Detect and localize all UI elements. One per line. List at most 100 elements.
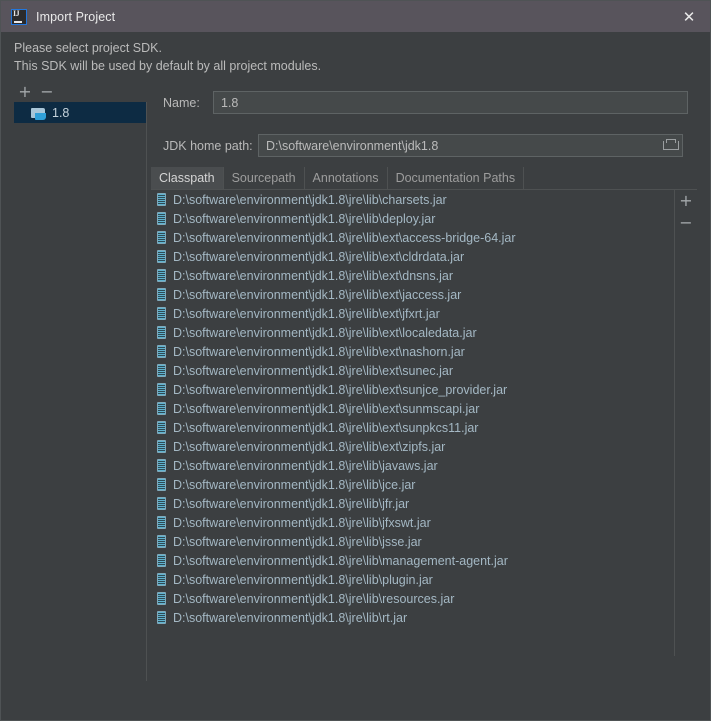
jar-archive-icon: [157, 497, 166, 510]
jdk-home-path-input[interactable]: D:\software\environment\jdk1.8: [258, 134, 683, 157]
add-classpath-entry-button[interactable]: +: [675, 190, 697, 212]
instruction-line-1: Please select project SDK.: [14, 41, 162, 55]
classpath-entry-path: D:\software\environment\jdk1.8\jre\lib\e…: [173, 363, 453, 378]
classpath-entry-path: D:\software\environment\jdk1.8\jre\lib\j…: [173, 534, 422, 549]
classpath-entry-row[interactable]: D:\software\environment\jdk1.8\jre\lib\e…: [151, 266, 674, 285]
dialog-button-bar: Previous Finish Cancel Help CSDN @Ag+Cu: [1, 654, 710, 720]
classpath-entry-row[interactable]: D:\software\environment\jdk1.8\jre\lib\e…: [151, 247, 674, 266]
jdk-home-path-row: JDK home path: D:\software\environment\j…: [163, 134, 683, 157]
java-sdk-folder-icon: [31, 107, 46, 120]
tab-classpath[interactable]: Classpath: [151, 167, 224, 189]
classpath-entry-row[interactable]: D:\software\environment\jdk1.8\jre\lib\j…: [151, 456, 674, 475]
name-label: Name:: [163, 95, 200, 110]
classpath-entry-row[interactable]: D:\software\environment\jdk1.8\jre\lib\e…: [151, 437, 674, 456]
classpath-entry-row[interactable]: D:\software\environment\jdk1.8\jre\lib\d…: [151, 209, 674, 228]
tab-label: Sourcepath: [231, 171, 296, 185]
import-project-dialog: Import Project ✕ Please select project S…: [0, 0, 711, 721]
classpath-entry-row[interactable]: D:\software\environment\jdk1.8\jre\lib\e…: [151, 418, 674, 437]
jar-archive-icon: [157, 250, 166, 263]
remove-classpath-entry-button[interactable]: −: [675, 212, 697, 234]
classpath-tabs: Classpath Sourcepath Annotations Documentat…: [151, 167, 697, 190]
sdk-list[interactable]: 1.8: [14, 102, 147, 681]
jar-archive-icon: [157, 402, 166, 415]
classpath-entry-path: D:\software\environment\jdk1.8\jre\lib\j…: [173, 477, 416, 492]
tab-sourcepath[interactable]: Sourcepath: [224, 167, 305, 189]
classpath-entry-path: D:\software\environment\jdk1.8\jre\lib\e…: [173, 325, 477, 340]
classpath-entry-row[interactable]: D:\software\environment\jdk1.8\jre\lib\c…: [151, 190, 674, 209]
classpath-entry-row[interactable]: D:\software\environment\jdk1.8\jre\lib\j…: [151, 475, 674, 494]
dialog-title: Import Project: [36, 9, 116, 24]
classpath-entry-row[interactable]: D:\software\environment\jdk1.8\jre\lib\j…: [151, 513, 674, 532]
classpath-entry-path: D:\software\environment\jdk1.8\jre\lib\e…: [173, 420, 479, 435]
jar-archive-icon: [157, 421, 166, 434]
close-icon[interactable]: ✕: [668, 1, 710, 32]
classpath-entry-row[interactable]: D:\software\environment\jdk1.8\jre\lib\j…: [151, 532, 674, 551]
classpath-entry-row[interactable]: D:\software\environment\jdk1.8\jre\lib\e…: [151, 361, 674, 380]
classpath-entry-row[interactable]: D:\software\environment\jdk1.8\jre\lib\r…: [151, 589, 674, 608]
jar-archive-icon: [157, 345, 166, 358]
classpath-entry-row[interactable]: D:\software\environment\jdk1.8\jre\lib\e…: [151, 285, 674, 304]
classpath-entry-path: D:\software\environment\jdk1.8\jre\lib\e…: [173, 230, 516, 245]
jar-archive-icon: [157, 269, 166, 282]
classpath-entry-row[interactable]: D:\software\environment\jdk1.8\jre\lib\p…: [151, 570, 674, 589]
folder-browse-icon[interactable]: [663, 139, 679, 150]
classpath-entry-path: D:\software\environment\jdk1.8\jre\lib\e…: [173, 344, 465, 359]
classpath-entry-row[interactable]: D:\software\environment\jdk1.8\jre\lib\m…: [151, 551, 674, 570]
classpath-entry-row[interactable]: D:\software\environment\jdk1.8\jre\lib\j…: [151, 494, 674, 513]
sdk-list-toolbar: + −: [14, 81, 147, 102]
jar-archive-icon: [157, 459, 166, 472]
add-sdk-button[interactable]: +: [14, 82, 36, 102]
tab-label: Annotations: [312, 171, 379, 185]
classpath-entry-row[interactable]: D:\software\environment\jdk1.8\jre\lib\e…: [151, 380, 674, 399]
sdk-list-item-label: 1.8: [52, 105, 70, 120]
jdk-home-path-label: JDK home path:: [163, 138, 253, 153]
jar-archive-icon: [157, 535, 166, 548]
classpath-entry-path: D:\software\environment\jdk1.8\jre\lib\e…: [173, 268, 453, 283]
tab-label: Classpath: [159, 171, 215, 185]
classpath-list-toolbar: + −: [675, 190, 697, 656]
jdk-home-path-value: D:\software\environment\jdk1.8: [266, 138, 439, 153]
jar-archive-icon: [157, 592, 166, 605]
classpath-entry-path: D:\software\environment\jdk1.8\jre\lib\j…: [173, 458, 438, 473]
classpath-entry-path: D:\software\environment\jdk1.8\jre\lib\e…: [173, 439, 446, 454]
classpath-entry-list[interactable]: D:\software\environment\jdk1.8\jre\lib\c…: [151, 190, 675, 656]
classpath-entry-row[interactable]: D:\software\environment\jdk1.8\jre\lib\e…: [151, 342, 674, 361]
classpath-entry-path: D:\software\environment\jdk1.8\jre\lib\d…: [173, 211, 436, 226]
classpath-entry-row[interactable]: D:\software\environment\jdk1.8\jre\lib\e…: [151, 228, 674, 247]
tab-annotations[interactable]: Annotations: [305, 167, 388, 189]
classpath-entry-row[interactable]: D:\software\environment\jdk1.8\jre\lib\r…: [151, 608, 674, 627]
classpath-entry-path: D:\software\environment\jdk1.8\jre\lib\r…: [173, 610, 408, 625]
classpath-entry-row[interactable]: D:\software\environment\jdk1.8\jre\lib\e…: [151, 323, 674, 342]
jar-archive-icon: [157, 364, 166, 377]
jar-archive-icon: [157, 611, 166, 624]
classpath-entry-path: D:\software\environment\jdk1.8\jre\lib\e…: [173, 249, 465, 264]
classpath-panel: D:\software\environment\jdk1.8\jre\lib\c…: [151, 190, 697, 656]
jar-archive-icon: [157, 573, 166, 586]
classpath-entry-path: D:\software\environment\jdk1.8\jre\lib\p…: [173, 572, 433, 587]
instruction-text: Please select project SDK. This SDK will…: [14, 39, 614, 75]
classpath-entry-row[interactable]: D:\software\environment\jdk1.8\jre\lib\e…: [151, 399, 674, 418]
jar-archive-icon: [157, 383, 166, 396]
classpath-entry-path: D:\software\environment\jdk1.8\jre\lib\m…: [173, 553, 508, 568]
classpath-entry-path: D:\software\environment\jdk1.8\jre\lib\c…: [173, 192, 447, 207]
dialog-titlebar: Import Project ✕: [1, 1, 710, 32]
sdk-list-item-1-8[interactable]: 1.8: [14, 102, 146, 123]
jar-archive-icon: [157, 231, 166, 244]
intellij-idea-icon: [11, 8, 27, 25]
jar-archive-icon: [157, 212, 166, 225]
classpath-entry-path: D:\software\environment\jdk1.8\jre\lib\j…: [173, 515, 431, 530]
remove-sdk-button[interactable]: −: [36, 82, 58, 102]
jar-archive-icon: [157, 478, 166, 491]
jar-archive-icon: [157, 440, 166, 453]
classpath-entry-path: D:\software\environment\jdk1.8\jre\lib\e…: [173, 401, 480, 416]
name-field-row: Name: 1.8: [163, 91, 688, 114]
jar-archive-icon: [157, 326, 166, 339]
jar-archive-icon: [157, 193, 166, 206]
tab-documentation-paths[interactable]: Documentation Paths: [388, 167, 525, 189]
name-input[interactable]: 1.8: [213, 91, 688, 114]
classpath-entry-path: D:\software\environment\jdk1.8\jre\lib\j…: [173, 496, 410, 511]
classpath-entry-path: D:\software\environment\jdk1.8\jre\lib\e…: [173, 306, 440, 321]
classpath-entry-row[interactable]: D:\software\environment\jdk1.8\jre\lib\e…: [151, 304, 674, 323]
instruction-line-2: This SDK will be used by default by all …: [14, 59, 322, 73]
tab-label: Documentation Paths: [395, 171, 516, 185]
